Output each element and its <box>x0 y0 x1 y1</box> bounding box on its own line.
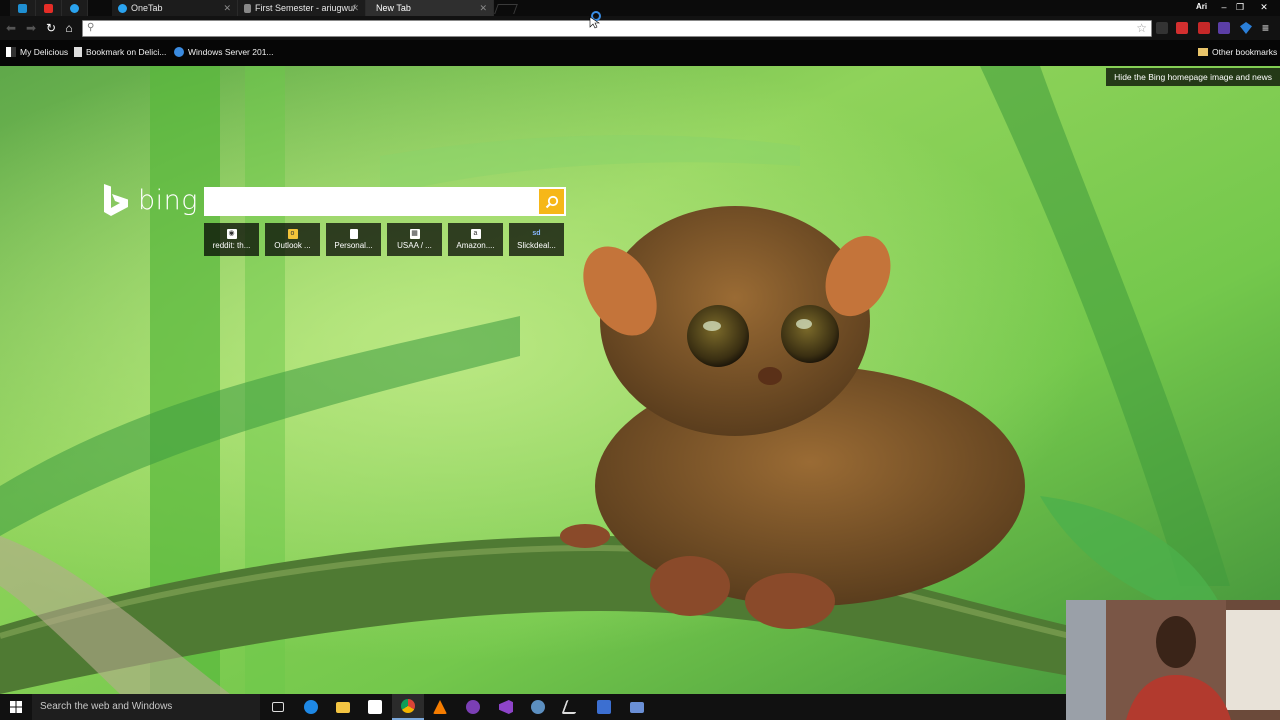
bookmark-my-delicious[interactable]: My Delicious <box>6 47 68 57</box>
quick-link-reddit[interactable]: ◉ reddit: th... <box>204 223 259 256</box>
onenote-icon[interactable] <box>457 694 489 720</box>
reddit-icon: ◉ <box>226 229 237 239</box>
quick-link-slickdeals[interactable]: sd Slickdeal... <box>509 223 564 256</box>
close-icon[interactable]: ✕ <box>351 0 359 16</box>
outlook-app-icon[interactable] <box>588 694 620 720</box>
bookmark-label: Windows Server 201... <box>188 47 274 57</box>
webcam-image <box>1066 600 1280 720</box>
webcam-overlay <box>1066 600 1280 720</box>
bookmark-label: Bookmark on Delici... <box>86 47 167 57</box>
quick-links: ◉ reddit: th... o Outlook ... Personal..… <box>204 223 564 256</box>
chrome-icon[interactable] <box>392 694 424 720</box>
cursor-busy-icon <box>589 11 601 29</box>
slickdeals-icon: sd <box>532 230 541 237</box>
bookmarks-bar: My Delicious Bookmark on Delici... Windo… <box>0 40 1280 66</box>
start-button[interactable] <box>0 694 32 720</box>
bookmark-windows-server[interactable]: Windows Server 201... <box>174 47 274 57</box>
visual-studio-icon[interactable] <box>490 694 522 720</box>
bing-search-input[interactable] <box>208 187 536 216</box>
ie-icon <box>174 47 184 57</box>
forward-icon[interactable]: ➡ <box>22 19 40 37</box>
bing-logo: bing <box>102 184 198 216</box>
tab-label: OneTab <box>131 3 163 13</box>
other-bookmarks-label: Other bookmarks <box>1212 47 1278 57</box>
twitter-icon <box>70 3 79 13</box>
steam-icon[interactable] <box>522 694 554 720</box>
quick-link-outlook[interactable]: o Outlook ... <box>265 223 320 256</box>
tile-label: Personal... <box>334 241 373 250</box>
app-icon[interactable] <box>555 694 587 720</box>
search-icon <box>545 195 558 208</box>
profile-button[interactable]: Ari <box>1196 2 1207 11</box>
page-icon <box>74 47 82 57</box>
trello-icon <box>18 3 27 13</box>
tile-label: Outlook ... <box>274 241 311 250</box>
quick-link-personal[interactable]: Personal... <box>326 223 381 256</box>
search-icon: ⚲ <box>87 22 95 33</box>
browser-toolbar: ⬅ ➡ ↻ ⌂ ⚲ ☆ <box>0 11 1280 40</box>
extension-cast-icon[interactable] <box>1156 22 1168 34</box>
pinned-tab-twitter[interactable] <box>62 0 88 16</box>
taskbar-search[interactable]: Search the web and Windows <box>32 694 260 720</box>
close-icon[interactable]: ✕ <box>223 0 231 16</box>
reload-icon[interactable]: ↻ <box>42 19 60 37</box>
address-bar[interactable]: ⚲ ☆ <box>82 20 1152 37</box>
edge-icon[interactable] <box>295 694 327 720</box>
document-icon <box>349 229 358 239</box>
close-icon[interactable]: ✕ <box>479 0 487 16</box>
youtube-icon <box>44 3 53 13</box>
search-button[interactable] <box>539 189 564 214</box>
windows-logo-icon <box>10 701 22 713</box>
tab-onetab[interactable]: OneTab ✕ <box>112 0 238 16</box>
other-bookmarks[interactable]: Other bookmarks <box>1198 47 1277 57</box>
quick-link-amazon[interactable]: a Amazon.... <box>448 223 503 256</box>
task-view-icon[interactable] <box>262 694 294 720</box>
home-icon[interactable]: ⌂ <box>60 19 78 37</box>
minimize-icon[interactable]: – <box>1216 0 1232 14</box>
tab-label: First Semester - ariugwu/ <box>255 3 356 13</box>
bookmark-on-delicious[interactable]: Bookmark on Delici... <box>74 47 166 57</box>
remote-desktop-icon[interactable] <box>621 694 653 720</box>
quick-link-usaa[interactable]: ▦ USAA / ... <box>387 223 442 256</box>
usaa-icon: ▦ <box>409 229 420 239</box>
extension-icon[interactable] <box>1218 22 1230 34</box>
file-explorer-icon[interactable] <box>327 694 359 720</box>
tab-label: New Tab <box>376 3 411 13</box>
close-window-icon[interactable]: ✕ <box>1256 0 1272 14</box>
tile-label: reddit: th... <box>212 241 251 250</box>
delicious-icon <box>6 47 16 57</box>
amazon-icon: a <box>470 229 481 239</box>
onetab-icon <box>118 4 127 14</box>
tab-new-tab[interactable]: New Tab ✕ <box>366 0 494 16</box>
pinned-tab-trello[interactable] <box>10 0 36 16</box>
extension-lastpass-icon[interactable] <box>1176 22 1188 34</box>
tab-first-semester[interactable]: First Semester - ariugwu/ ✕ <box>238 0 366 16</box>
tile-label: USAA / ... <box>397 241 432 250</box>
tile-label: Slickdeal... <box>517 241 556 250</box>
tab-strip: OneTab ✕ First Semester - ariugwu/ ✕ New… <box>0 0 1280 16</box>
menu-icon[interactable]: ≡ <box>1262 22 1274 34</box>
store-icon[interactable] <box>359 694 391 720</box>
bing-logo-text: bing <box>138 184 198 216</box>
bookmark-star-icon[interactable]: ☆ <box>1136 21 1147 36</box>
hide-homepage-image-link[interactable]: Hide the Bing homepage image and news <box>1106 68 1280 86</box>
new-tab-button[interactable] <box>494 4 518 14</box>
back-icon[interactable]: ⬅ <box>2 19 20 37</box>
vlc-icon[interactable] <box>424 694 456 720</box>
bing-b-icon <box>104 184 128 216</box>
bookmark-label: My Delicious <box>20 47 69 57</box>
pinned-tab-youtube[interactable] <box>36 0 62 16</box>
restore-icon[interactable]: ❐ <box>1232 0 1248 14</box>
extension-pocket-icon[interactable] <box>1198 22 1210 34</box>
tile-label: Amazon.... <box>456 241 495 250</box>
omnibox-input[interactable] <box>101 21 1121 36</box>
document-icon <box>244 4 251 14</box>
bing-search-box[interactable] <box>204 187 566 216</box>
outlook-icon: o <box>287 229 298 239</box>
folder-icon <box>1198 48 1208 56</box>
